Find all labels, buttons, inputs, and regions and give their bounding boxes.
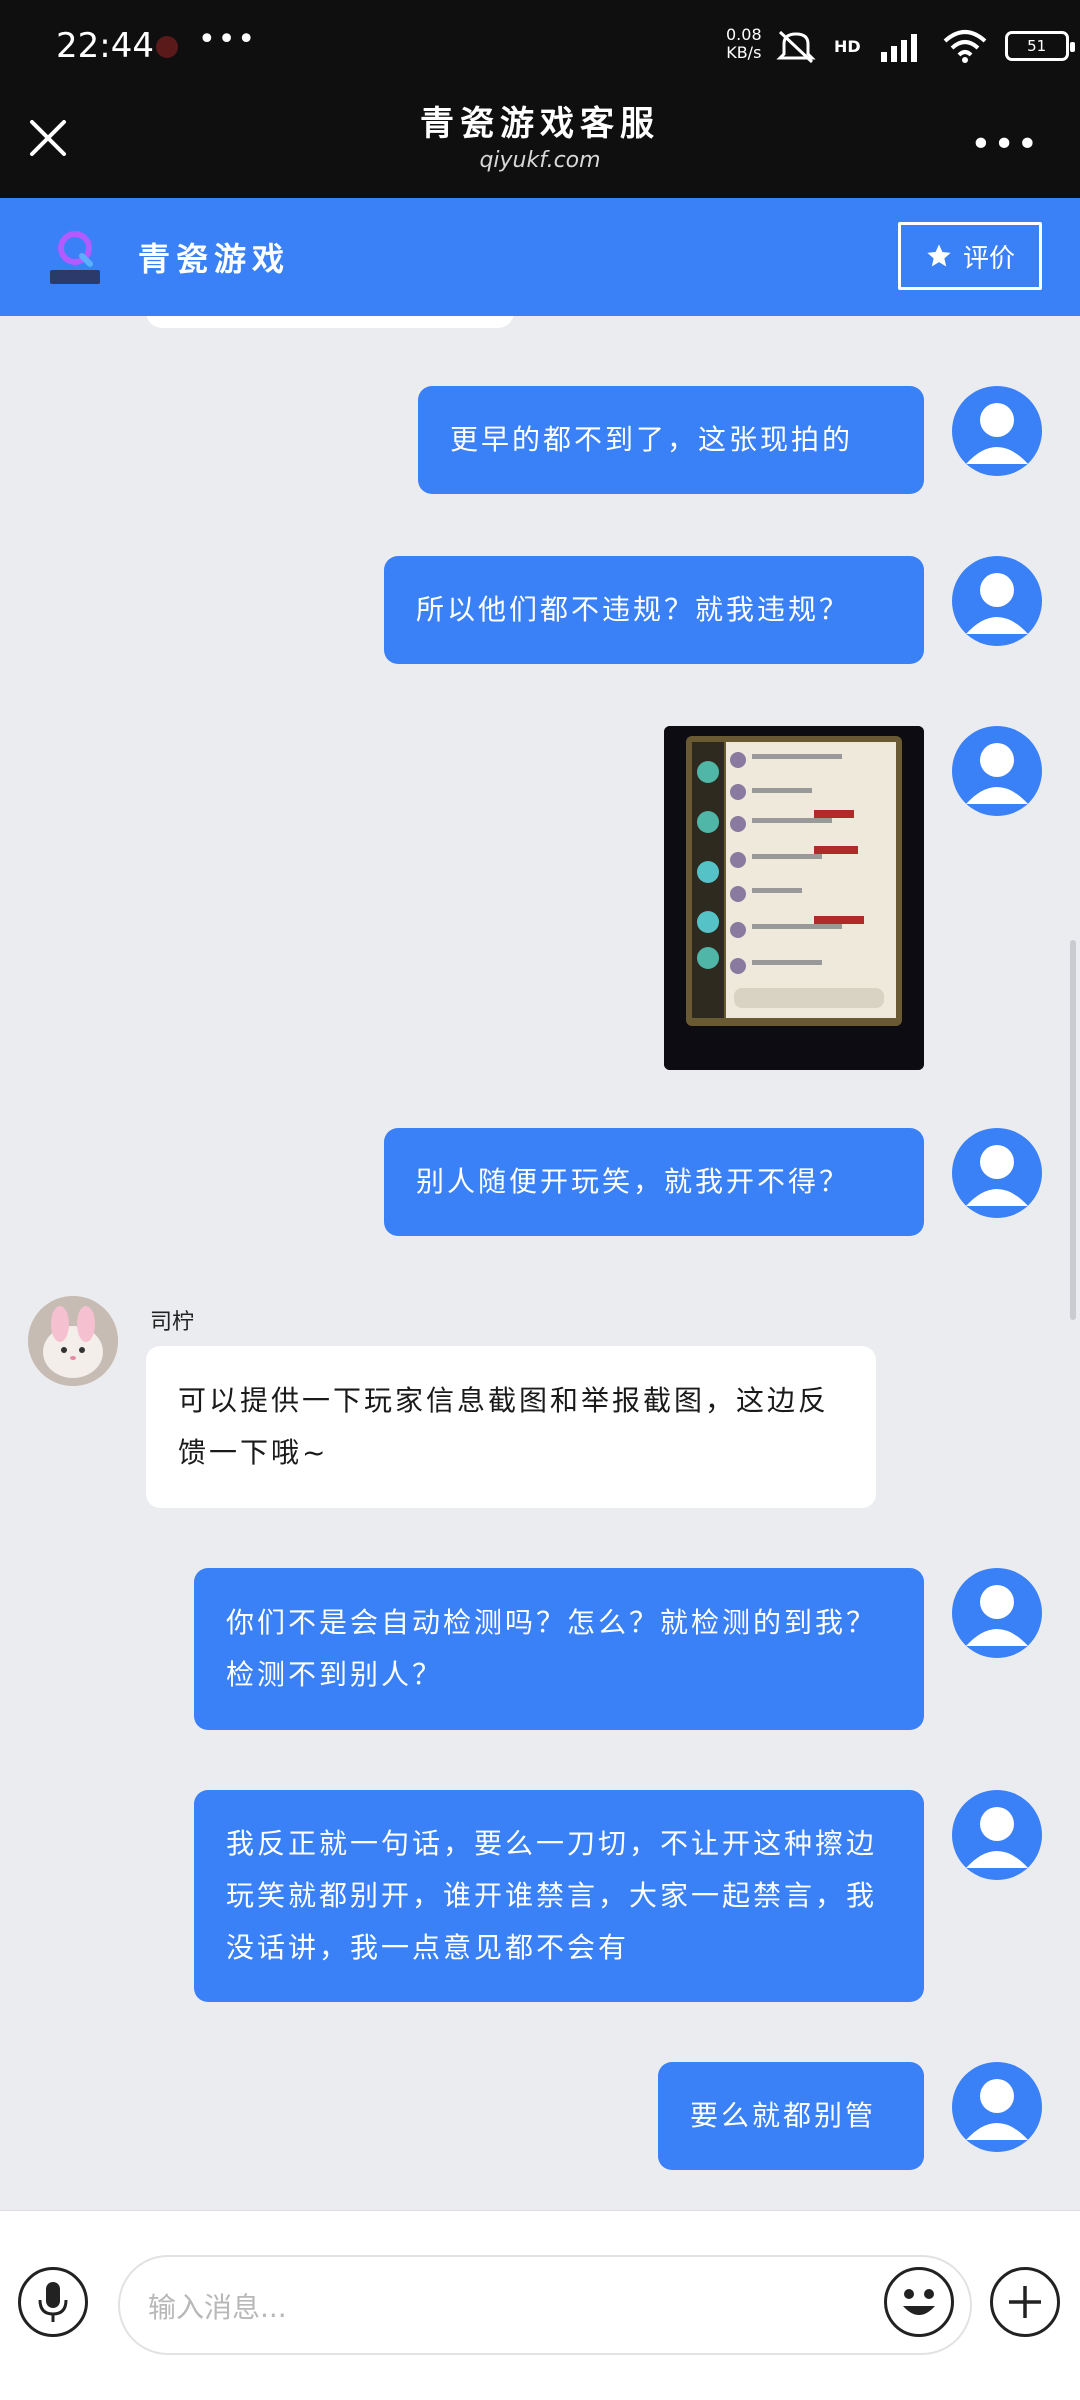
notification-app-icon [156,36,178,58]
more-actions-button[interactable] [990,2267,1060,2337]
brand-logo [50,231,100,284]
previous-message-bubble [146,316,514,328]
status-icons: HD 51 [776,26,1075,66]
user-avatar[interactable] [952,726,1042,816]
message-input[interactable] [148,2285,788,2329]
user-avatar[interactable] [952,2062,1042,2152]
rate-button[interactable]: 评价 [898,222,1042,290]
message-text: 要么就都别管 [690,2099,877,2132]
user-avatar[interactable] [952,556,1042,646]
user-avatar[interactable] [952,1128,1042,1218]
user-avatar[interactable] [952,1790,1042,1880]
message-text: 我反正就一句话，要么一刀切，不让开这种擦边玩笑就都别开，谁开谁禁言，大家一起禁言… [226,1827,878,1964]
message-text: 所以他们都不违规？就我违规？ [416,593,851,626]
network-speed: 0.08 KB/s [726,26,762,62]
chat-area[interactable]: 更早的都不到了，这张现拍的 所以他们都不违规？就我违规？ 别人随便开玩笑，就我开… [0,316,1080,2210]
message-bubble-outgoing[interactable]: 你们不是会自动检测吗？怎么？就检测的到我？检测不到别人？ [194,1568,924,1730]
message-text: 更早的都不到了，这张现拍的 [450,423,854,456]
status-time: 22:44 [56,26,154,66]
emoji-icon [903,2289,935,2315]
status-bar: 22:44 ••• 0.08 KB/s HD 51 [0,0,1080,90]
chat-header: 青瓷游戏 评价 [0,198,1080,316]
microphone-icon [38,2282,68,2322]
hd-icon: HD [834,36,861,56]
message-text: 可以提供一下玩家信息截图和举报截图，这边反馈一下哦~ [178,1384,830,1469]
chat-scrollbar[interactable] [1070,940,1076,1320]
agent-name: 司柠 [150,1310,195,1335]
page-subtitle: qiyukf.com [479,148,601,173]
message-bubble-outgoing[interactable]: 所以他们都不违规？就我违规？ [384,556,924,664]
message-input-container[interactable] [118,2255,972,2355]
message-bubble-outgoing[interactable]: 要么就都别管 [658,2062,924,2170]
header-title: 青瓷游戏 [138,240,291,278]
star-icon [927,244,951,267]
more-options-icon[interactable]: ••• [970,124,1040,165]
emoji-button[interactable] [884,2267,954,2337]
image-message[interactable] [664,726,924,1070]
rate-button-label: 评价 [962,243,1015,274]
agent-avatar[interactable] [28,1296,118,1386]
message-bubble-incoming[interactable]: 可以提供一下玩家信息截图和举报截图，这边反馈一下哦~ [146,1346,876,1508]
user-avatar[interactable] [952,1568,1042,1658]
network-speed-value: 0.08 [726,25,762,44]
voice-button[interactable] [18,2267,88,2337]
plus-icon [1009,2286,1041,2318]
mute-icon [776,30,816,64]
battery-icon: 51 [1004,31,1075,61]
message-text: 别人随便开玩笑，就我开不得？ [416,1165,851,1198]
signal-icon [880,34,917,62]
input-bar [0,2210,1080,2400]
message-text: 你们不是会自动检测吗？怎么？就检测的到我？检测不到别人？ [226,1606,878,1691]
more-notifications-icon: ••• [198,22,258,57]
message-bubble-outgoing[interactable]: 更早的都不到了，这张现拍的 [418,386,924,494]
message-bubble-outgoing[interactable]: 别人随便开玩笑，就我开不得？ [384,1128,924,1236]
title-bar: 青瓷游戏客服 qiyukf.com ••• [0,90,1080,198]
screenshot-photo [664,726,924,1070]
network-speed-unit: KB/s [726,43,762,62]
user-avatar[interactable] [952,386,1042,476]
wifi-icon [943,30,987,63]
page-title: 青瓷游戏客服 [420,104,660,144]
message-bubble-outgoing[interactable]: 我反正就一句话，要么一刀切，不让开这种擦边玩笑就都别开，谁开谁禁言，大家一起禁言… [194,1790,924,2002]
